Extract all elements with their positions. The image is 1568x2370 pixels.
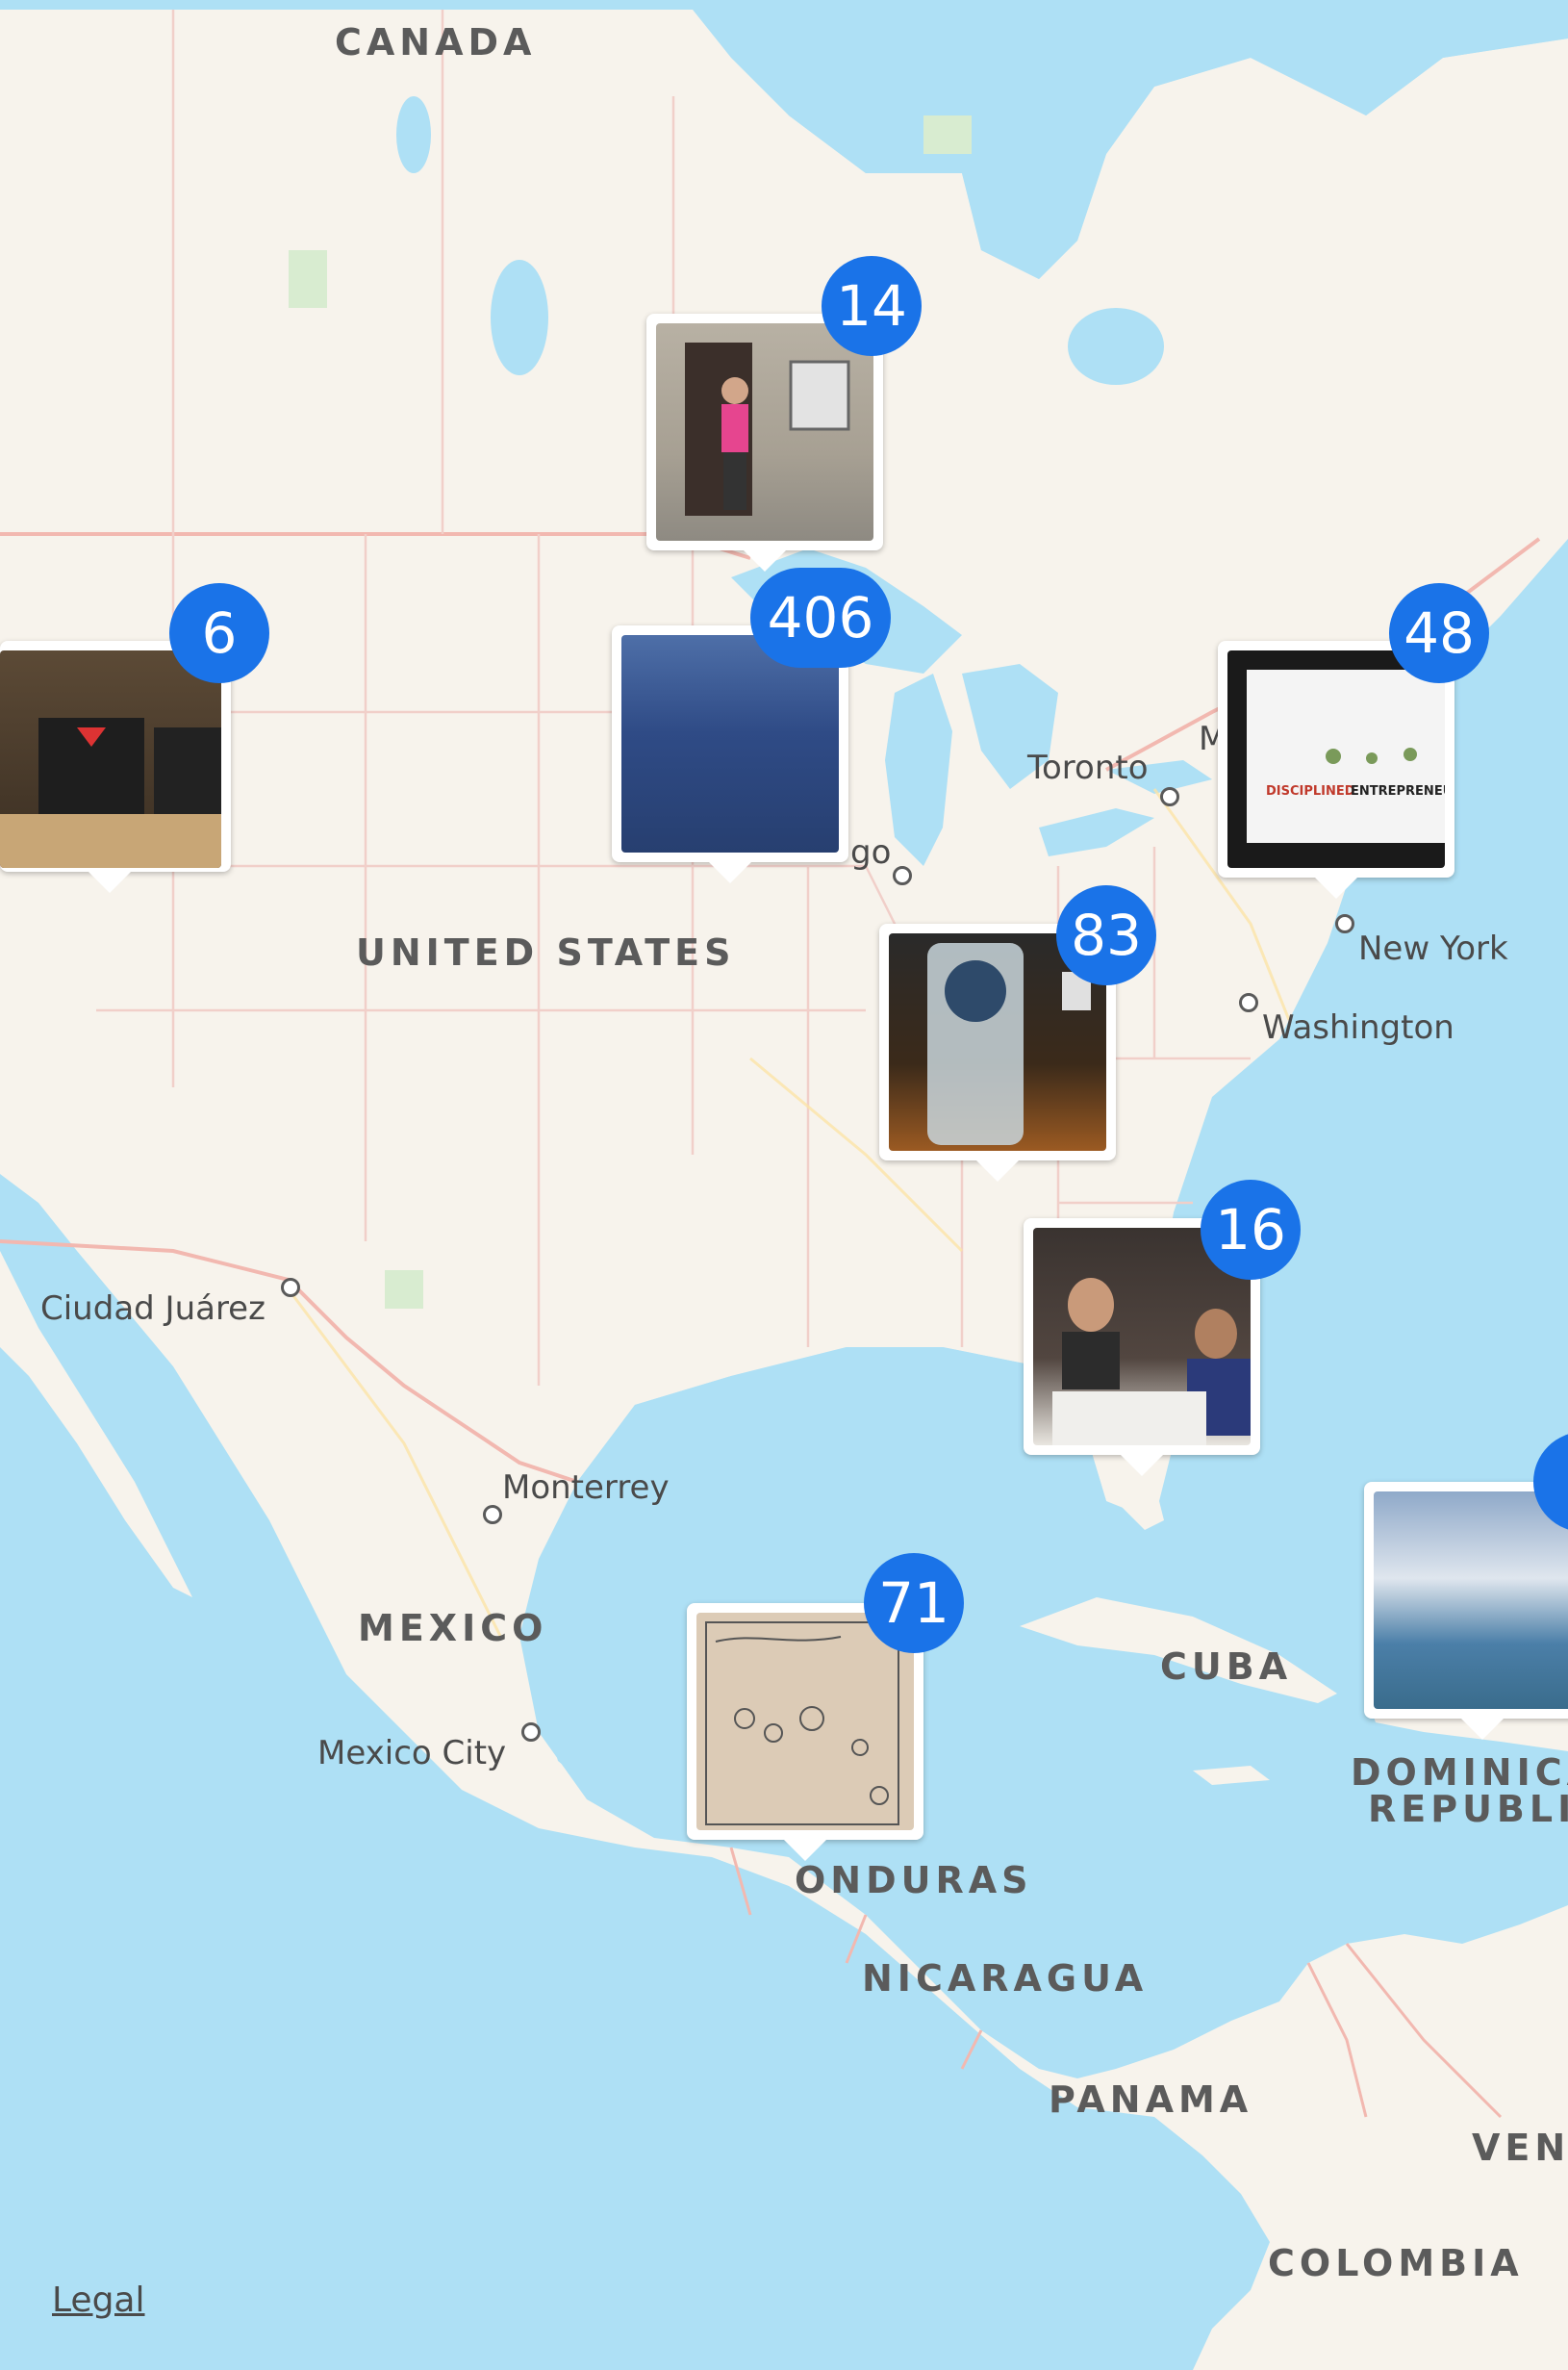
city-dot-toronto[interactable] bbox=[1160, 787, 1179, 806]
city-dot-washington[interactable] bbox=[1239, 993, 1258, 1012]
legal-link[interactable]: Legal bbox=[52, 2281, 145, 2320]
cluster-photo bbox=[1374, 1491, 1568, 1709]
label-nicaragua: NICARAGUA bbox=[862, 1957, 1149, 2000]
city-dot-ciudad-juarez[interactable] bbox=[281, 1278, 300, 1297]
label-colombia: COLOMBIA bbox=[1268, 2242, 1524, 2284]
pin-tail bbox=[744, 550, 786, 572]
label-honduras: ONDURAS bbox=[795, 1859, 1033, 1901]
city-dot-chicago[interactable] bbox=[893, 866, 912, 885]
cluster-photo: DISCIPLINED ENTREPRENEURS bbox=[1227, 650, 1445, 868]
label-canada: CANADA bbox=[335, 21, 537, 64]
cluster-count-badge: 6 bbox=[169, 583, 269, 683]
pin-tail bbox=[976, 1160, 1019, 1182]
city-washington[interactable]: Washington bbox=[1262, 1008, 1454, 1047]
pin-tail bbox=[1315, 878, 1357, 899]
svg-text:ENTREPRENEURS: ENTREPRENEURS bbox=[1351, 784, 1445, 799]
cluster-count-badge: 406 bbox=[750, 568, 891, 668]
cluster-count-badge: 71 bbox=[864, 1553, 964, 1653]
pin-tail bbox=[784, 1840, 826, 1861]
city-dot-monterrey[interactable] bbox=[483, 1505, 502, 1524]
city-dot-new-york[interactable] bbox=[1335, 914, 1354, 933]
cluster-photo bbox=[696, 1613, 914, 1830]
city-mexico-city[interactable]: Mexico City bbox=[317, 1734, 506, 1772]
city-ciudad-juarez[interactable]: Ciudad Juárez bbox=[40, 1289, 266, 1328]
label-mexico: MEXICO bbox=[358, 1607, 548, 1649]
label-venezuela: VEN bbox=[1472, 2127, 1568, 2169]
label-panama: PANAMA bbox=[1049, 2078, 1253, 2121]
label-united-states: UNITED STATES bbox=[356, 931, 736, 974]
cluster-photo bbox=[656, 323, 873, 541]
city-toronto[interactable]: Toronto bbox=[1027, 749, 1149, 787]
city-new-york[interactable]: New York bbox=[1358, 930, 1508, 968]
cluster-count-badge: 83 bbox=[1056, 885, 1156, 985]
city-chicago[interactable]: go bbox=[850, 833, 891, 872]
cluster-count-badge: 48 bbox=[1389, 583, 1489, 683]
city-monterrey[interactable]: Monterrey bbox=[502, 1468, 670, 1507]
label-cuba: CUBA bbox=[1160, 1645, 1293, 1688]
cluster-count-badge: 16 bbox=[1201, 1180, 1301, 1280]
pin-tail bbox=[709, 862, 751, 883]
cluster-count-badge: 14 bbox=[822, 256, 922, 356]
cluster-photo bbox=[0, 650, 221, 868]
pin-tail bbox=[89, 872, 131, 893]
svg-text:DISCIPLINED: DISCIPLINED bbox=[1266, 784, 1355, 799]
map-view[interactable]: CANADA UNITED STATES MEXICO CUBA DOMINIC… bbox=[0, 0, 1568, 2370]
pin-tail bbox=[1121, 1455, 1163, 1476]
city-dot-mexico-city[interactable] bbox=[521, 1722, 541, 1742]
pin-tail bbox=[1461, 1719, 1504, 1740]
label-republic: REPUBLIC bbox=[1368, 1788, 1568, 1830]
